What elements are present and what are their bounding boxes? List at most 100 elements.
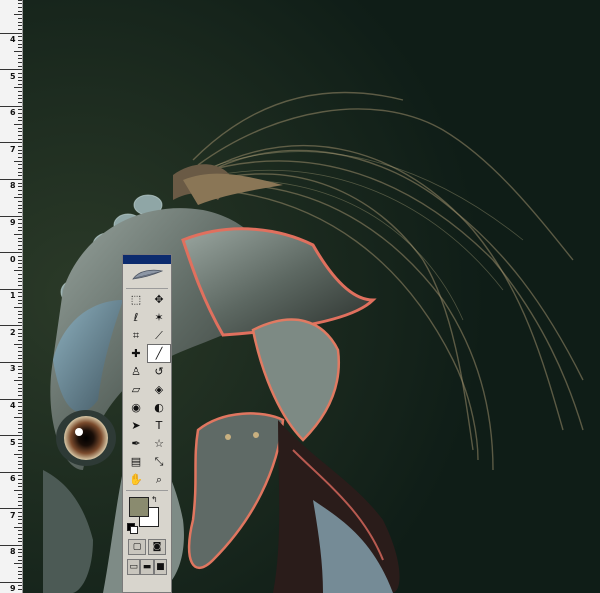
dodge-icon[interactable]: ◐ [148, 399, 170, 416]
brush-icon[interactable]: ╱ [147, 344, 171, 363]
ruler-tick [18, 464, 22, 465]
ruler-tick [18, 256, 22, 257]
ruler-tick [14, 417, 22, 418]
blur-icon[interactable]: ◉ [125, 399, 147, 416]
ruler-tick [18, 461, 22, 462]
ruler-tick [0, 179, 22, 180]
ruler-tick [18, 84, 22, 85]
ruler-tick [18, 260, 22, 261]
shape-icon[interactable]: ☆ [148, 435, 170, 452]
ruler-tick [14, 14, 22, 15]
feather-logo-icon[interactable] [123, 264, 171, 286]
ruler-tick [18, 340, 22, 341]
ruler-tick [18, 347, 22, 348]
ruler-tick [18, 241, 22, 242]
ruler-label: 4 [10, 401, 16, 410]
ruler-tick [18, 377, 22, 378]
ruler-tick [18, 322, 22, 323]
ruler-tick [18, 109, 22, 110]
foreground-color-swatch[interactable] [129, 497, 149, 517]
document-canvas[interactable] [23, 0, 600, 593]
healing-brush-icon[interactable]: ✚ [125, 345, 147, 362]
ruler-tick [18, 585, 22, 586]
ruler-label: 1 [10, 291, 16, 300]
ruler-label: 5 [10, 438, 16, 447]
ruler-tick [18, 446, 22, 447]
path-selection-icon[interactable]: ➤ [125, 417, 147, 434]
slice-icon[interactable]: ⟋ [148, 327, 170, 344]
ruler-tick [18, 91, 22, 92]
swap-colors-icon[interactable]: ↰ [151, 495, 158, 504]
full-screen-menu-icon[interactable]: ▬ [140, 559, 154, 575]
ruler-tick [18, 501, 22, 502]
ruler-tick [18, 457, 22, 458]
ruler-tick [18, 355, 22, 356]
ruler-tick [18, 468, 22, 469]
ruler-tick [18, 44, 22, 45]
notes-icon[interactable]: ▤ [125, 453, 147, 470]
ruler-tick [14, 87, 22, 88]
ruler-label: 8 [10, 181, 16, 190]
ruler-tick [18, 238, 22, 239]
ruler-tick [18, 77, 22, 78]
ruler-tick [18, 428, 22, 429]
full-screen-icon[interactable]: ■ [153, 559, 167, 575]
ruler-tick [18, 168, 22, 169]
ruler-tick [18, 300, 22, 301]
ruler-tick [18, 395, 22, 396]
type-icon[interactable]: T [148, 417, 170, 434]
history-brush-icon[interactable]: ↺ [148, 363, 170, 380]
standard-screen-icon[interactable]: ▭ [127, 559, 141, 575]
ruler-label: 2 [10, 328, 16, 337]
ruler-tick [18, 146, 22, 147]
palette-titlebar[interactable] [123, 255, 171, 264]
default-colors-icon[interactable] [127, 523, 138, 534]
vertical-ruler[interactable]: 4 5 6 7 8 9 0 1 2 3 4 5 6 7 8 9 [0, 0, 23, 593]
ruler-tick [18, 120, 22, 121]
ruler-tick [18, 36, 22, 37]
ruler-tick [14, 270, 22, 271]
ruler-tick [18, 552, 22, 553]
ruler-tick [18, 25, 22, 26]
mask-mode-row: ▢ ◙ [123, 537, 171, 557]
ruler-tick [0, 472, 22, 473]
ruler-tick [18, 432, 22, 433]
ruler-tick [18, 135, 22, 136]
ruler-tick [18, 534, 22, 535]
quick-mask-icon[interactable]: ◙ [148, 539, 166, 555]
ruler-tick [14, 527, 22, 528]
ruler-tick [18, 523, 22, 524]
ruler-tick [18, 388, 22, 389]
ruler-tick [18, 212, 22, 213]
ruler-tick [18, 516, 22, 517]
ruler-tick [18, 366, 22, 367]
magic-wand-icon[interactable]: ✶ [148, 309, 170, 326]
ruler-tick [0, 399, 22, 400]
lasso-icon[interactable]: ℓ [125, 309, 147, 326]
paint-bucket-icon[interactable]: ◈ [148, 381, 170, 398]
ruler-tick [18, 219, 22, 220]
ruler-tick [18, 281, 22, 282]
marquee-icon[interactable]: ⬚ [125, 291, 147, 308]
artwork [23, 0, 600, 593]
ruler-tick [18, 494, 22, 495]
tools-palette[interactable]: ⬚ ✥ ℓ ✶ ⌗ ⟋ ✚ ╱ ♙ ↺ ▱ ◈ ◉ ◐ ➤ T ✒ ☆ ▤ ⤡ ✋ ⌕ ↰ ▢ ◙ ▭ ▬ ■ [122, 254, 172, 593]
ruler-tick [18, 391, 22, 392]
zoom-icon[interactable]: ⌕ [148, 471, 170, 488]
ruler-tick [18, 98, 22, 99]
eyedropper-icon[interactable]: ⤡ [148, 453, 170, 470]
ruler-tick [18, 351, 22, 352]
hand-icon[interactable]: ✋ [125, 471, 147, 488]
pen-icon[interactable]: ✒ [125, 435, 147, 452]
ruler-tick [18, 267, 22, 268]
standard-mode-icon[interactable]: ▢ [128, 539, 146, 555]
ruler-tick [18, 556, 22, 557]
clone-stamp-icon[interactable]: ♙ [125, 363, 147, 380]
ruler-tick [18, 245, 22, 246]
ruler-tick [18, 29, 22, 30]
crop-icon[interactable]: ⌗ [125, 327, 147, 344]
move-icon[interactable]: ✥ [148, 291, 170, 308]
eraser-icon[interactable]: ▱ [125, 381, 147, 398]
ruler-tick [18, 369, 22, 370]
ruler-tick [18, 479, 22, 480]
